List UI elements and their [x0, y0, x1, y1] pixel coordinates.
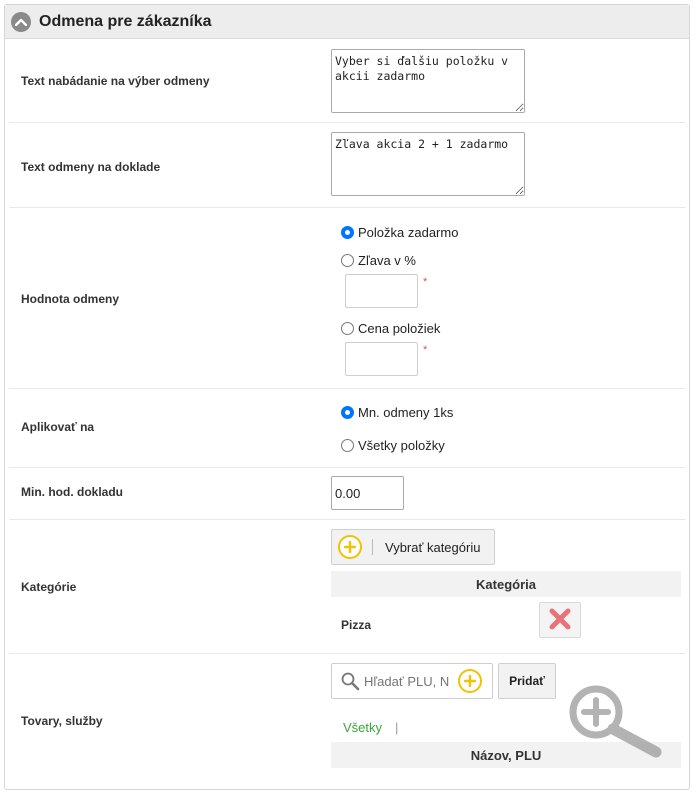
filter-all-link[interactable]: Všetky [343, 720, 382, 735]
select-category-label: Vybrať kategóriu [385, 539, 481, 555]
row-receipt-text: Text odmeny na doklade [9, 123, 685, 208]
plus-circle-icon[interactable] [458, 669, 482, 693]
prompt-text-label: Text nabádanie na výber odmeny [21, 74, 210, 88]
radio-button[interactable] [341, 439, 354, 452]
radio-one-piece[interactable]: Mn. odmeny 1ks [341, 405, 453, 420]
percent-input[interactable] [345, 274, 418, 308]
min-receipt-input[interactable] [331, 476, 404, 510]
reward-panel: Odmena pre zákazníka Text nabádanie na v… [4, 4, 690, 790]
delete-category-button[interactable] [539, 602, 581, 638]
reward-value-label: Hodnota odmeny [21, 292, 119, 306]
price-input[interactable] [345, 342, 418, 376]
receipt-text-field[interactable] [331, 132, 525, 196]
radio-button[interactable] [341, 322, 354, 335]
radio-label: Položka zadarmo [358, 225, 459, 240]
radio-label: Všetky položky [358, 438, 445, 453]
radio-label: Zľava v % [358, 253, 416, 268]
panel-header: Odmena pre zákazníka [5, 5, 689, 39]
radio-items-price[interactable]: Cena položiek [341, 321, 440, 336]
row-prompt-text: Text nabádanie na výber odmeny [9, 39, 685, 123]
row-min-receipt: Min. hod. dokladu [9, 468, 685, 520]
min-receipt-label: Min. hod. dokladu [21, 485, 123, 499]
required-mark: * [423, 276, 428, 288]
filter-separator: | [395, 720, 399, 735]
radio-button[interactable] [341, 406, 354, 419]
plus-circle-icon [338, 535, 362, 559]
products-label: Tovary, služby [21, 714, 103, 728]
radio-button[interactable] [341, 254, 354, 267]
required-mark: * [423, 344, 428, 356]
radio-free-item[interactable]: Položka zadarmo [341, 225, 458, 240]
apply-to-label: Aplikovať na [21, 420, 95, 434]
radio-button[interactable] [341, 226, 354, 239]
prompt-text-field[interactable] [331, 49, 525, 113]
radio-label: Cena položiek [358, 321, 441, 336]
radio-label: Mn. odmeny 1ks [358, 405, 454, 420]
search-icon [340, 671, 360, 691]
add-product-button[interactable]: Pridať [498, 663, 556, 699]
row-apply-to: Aplikovať na Mn. odmeny 1ks Všetky polož… [9, 389, 685, 468]
category-cell: Pizza [341, 618, 372, 632]
chevron-up-icon[interactable] [11, 11, 31, 32]
row-categories: Kategórie Vybrať kategóriu Kategória Piz… [9, 520, 685, 654]
categories-label: Kategórie [21, 580, 77, 594]
radio-percent-discount[interactable]: Zľava v % [341, 253, 416, 268]
radio-all-items[interactable]: Všetky položky [341, 438, 445, 453]
zoom-in-icon[interactable] [566, 682, 666, 762]
receipt-text-label: Text odmeny na doklade [21, 160, 161, 174]
product-search-input[interactable] [364, 673, 456, 689]
select-category-button[interactable]: Vybrať kategóriu [331, 529, 495, 565]
x-icon [549, 608, 571, 633]
product-search[interactable] [331, 663, 493, 699]
button-divider [372, 539, 373, 555]
panel-title: Odmena pre zákazníka [39, 12, 212, 30]
row-reward-value: Hodnota odmeny Položka zadarmo Zľava v %… [9, 208, 685, 389]
category-column-header: Kategória [331, 571, 681, 597]
